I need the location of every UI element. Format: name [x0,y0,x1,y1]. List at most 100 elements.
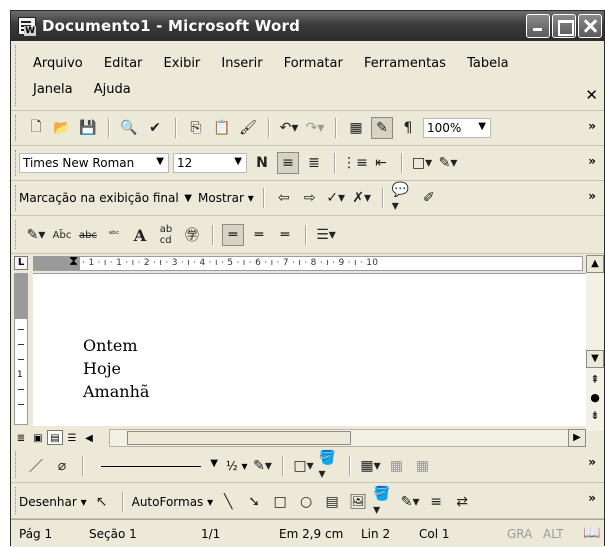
display-for-review-select[interactable]: Marcação na exibição final ▼ [19,191,194,205]
scroll-right-icon[interactable]: ▶ [568,429,586,447]
pen-icon[interactable]: ／ [25,455,47,477]
fill-color-icon[interactable]: 🪣▾ [373,486,395,518]
web-view-icon[interactable]: ▣ [30,430,46,445]
toolbar-options-icon[interactable]: » [588,154,596,168]
line-style-select[interactable]: ▼ [92,456,222,476]
drawing-toggle-icon[interactable]: ✎ [371,117,393,139]
font-style-icon[interactable]: A [129,224,151,246]
vertical-scrollbar[interactable]: ▲ ▼ ⇞ ● ⇟ [586,255,604,431]
enclosed-character-icon[interactable]: ㊫ [181,224,203,246]
border-color-icon[interactable]: ✎▾ [251,455,273,477]
line-style-icon[interactable]: ═ [222,224,244,246]
shading-color-icon[interactable]: 🪣▾ [318,450,340,482]
line-icon[interactable]: ╲ [217,491,239,513]
new-document-icon[interactable]: 🗋 [25,117,47,139]
text-box-icon[interactable]: ▤ [321,491,343,513]
arrow-style-icon[interactable]: ⇄ [451,491,473,513]
previous-page-icon[interactable]: ⇞ [586,373,604,387]
highlight-icon[interactable]: ✎▾ [437,152,459,174]
next-page-icon[interactable]: ⇟ [586,409,604,423]
vertical-ruler[interactable]: 1 [14,273,28,425]
spelling-icon[interactable]: ✔ [144,117,166,139]
font-size-select[interactable]: 12 ▼ [173,153,247,173]
show-hide-paragraph-icon[interactable]: ¶ [397,117,419,139]
draw-menu-button[interactable]: Desenhar ▾ [19,495,87,509]
document-line[interactable]: Amanhã [83,382,149,401]
double-line-icon[interactable]: ═ [248,224,270,246]
maximize-button[interactable] [552,14,576,38]
undo-icon[interactable]: ↶▾ [278,117,300,139]
stacked-text-icon[interactable]: ab cd [155,224,177,246]
minimize-button[interactable] [526,14,550,38]
show-menu-button[interactable]: Mostrar ▾ [198,191,254,205]
line-weight-icon[interactable]: ≡ [425,491,447,513]
center-icon[interactable]: ≣ [303,152,325,174]
table-icon[interactable]: ▦ [345,117,367,139]
scroll-thumb[interactable] [127,431,351,445]
new-comment-icon[interactable]: 💬▾ [392,182,414,214]
superscript-icon[interactable]: ᵃᵇᶜ [103,224,125,246]
menu-arquivo[interactable]: Arquivo [33,55,83,73]
toolbar-options-icon[interactable]: » [588,189,596,203]
outside-border-icon[interactable]: □▾ [292,455,314,477]
document-line[interactable]: Hoje [83,359,121,378]
copy-icon[interactable]: ⎘ [185,117,207,139]
toolbar-options-icon[interactable]: » [588,455,596,469]
font-select[interactable]: Times New Roman ▼ [19,153,169,173]
paste-icon[interactable]: 📋 [211,117,233,139]
toolbar-grip[interactable] [15,451,18,478]
line-weight-select[interactable]: ½ ▾ [226,459,247,473]
equal-line-icon[interactable]: ═ [274,224,296,246]
rectangle-icon[interactable]: □ [269,491,291,513]
decrease-indent-icon[interactable]: ⇤ [370,152,392,174]
eraser-icon[interactable]: ⌀ [51,455,73,477]
spelling-marks-icon[interactable]: Ab̈c [51,224,73,246]
toolbar-grip[interactable] [15,487,18,514]
indent-marker-icon[interactable]: ⧗ [69,254,78,269]
menu-ferramentas[interactable]: Ferramentas [364,55,446,73]
document-area[interactable]: Ontem Hoje Amanhã [33,273,586,426]
align-left-icon[interactable]: ≡ [277,152,299,174]
pen-color-icon[interactable]: ✎▾ [25,224,47,246]
merge-cells-icon[interactable]: ▦ [385,455,407,477]
scroll-left-icon[interactable]: ◀ [81,430,97,445]
bold-icon[interactable]: N [251,152,273,174]
menu-editar[interactable]: Editar [104,55,143,73]
toolbar-grip[interactable] [15,185,18,211]
scroll-down-icon[interactable]: ▼ [586,350,604,368]
columns-icon[interactable]: ☰▾ [315,224,337,246]
toolbar-options-icon[interactable]: » [588,119,596,133]
document-line[interactable]: Ontem [83,336,138,355]
menu-inserir[interactable]: Inserir [221,55,262,73]
arrow-icon[interactable]: ➘ [243,491,265,513]
reject-change-icon[interactable]: ✗▾ [351,187,373,209]
next-change-icon[interactable]: ⇨ [299,187,321,209]
close-document-icon[interactable]: ✕ [585,86,598,104]
insert-picture-icon[interactable]: 🖼 [347,491,369,513]
numbering-icon[interactable]: ⋮≡ [342,152,368,174]
split-cells-icon[interactable]: ▦ [411,455,433,477]
word-app-icon[interactable] [18,17,36,36]
redo-icon[interactable]: ↷▾ [304,117,326,139]
strike-icon[interactable]: abc [77,224,99,246]
menu-janela[interactable]: Janela [33,81,73,99]
format-painter-icon[interactable]: 🖌 [237,117,259,139]
close-button[interactable] [578,14,602,38]
browse-object-icon[interactable]: ● [586,391,604,405]
toolbar-options-icon[interactable]: » [588,491,596,505]
toolbar-grip[interactable] [15,150,18,176]
horizontal-ruler[interactable]: · 1 · ı · 1 · ı · 2 · ı · 3 · ı · 4 · ı … [33,256,583,271]
track-changes-icon[interactable]: ✐ [418,187,440,209]
borders-icon[interactable]: □▾ [411,152,433,174]
toolbar-grip[interactable] [15,220,18,249]
scroll-up-icon[interactable]: ▲ [586,255,604,273]
horizontal-scrollbar[interactable]: ▶ [109,429,586,447]
outline-view-icon[interactable]: ☰ [64,430,80,445]
select-objects-icon[interactable]: ↖ [91,491,113,513]
print-layout-icon[interactable]: ▤ [47,430,63,445]
save-icon[interactable]: 💾 [77,117,99,139]
line-color-icon[interactable]: ✎▾ [399,491,421,513]
title-bar[interactable]: Documento1 - Microsoft Word [11,11,604,41]
menu-ajuda[interactable]: Ajuda [94,81,131,99]
spelling-status-icon[interactable]: 📖 [583,525,600,541]
